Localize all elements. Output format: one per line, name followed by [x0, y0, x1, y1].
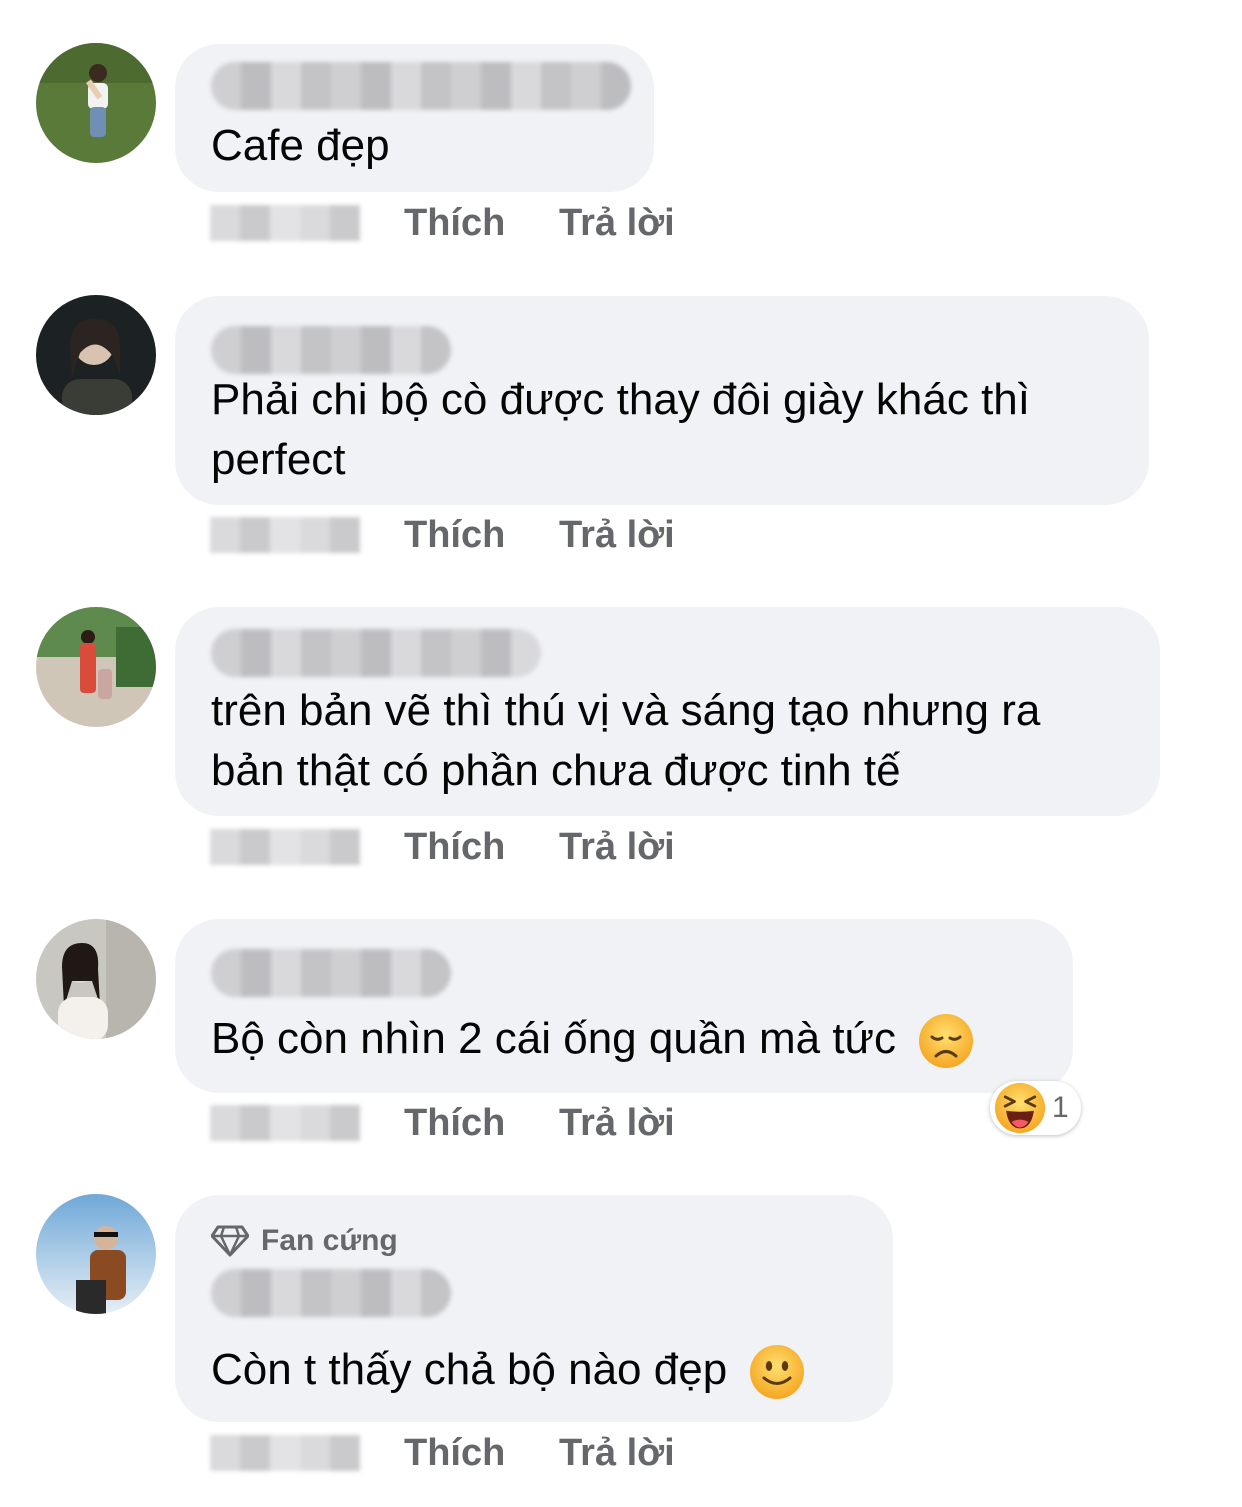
avatar-photo — [36, 919, 156, 1039]
avatar[interactable] — [36, 919, 156, 1039]
reply-button[interactable]: Trả lời — [559, 198, 675, 248]
author-name-blurred[interactable] — [211, 629, 541, 677]
avatar[interactable] — [36, 295, 156, 415]
author-name-blurred[interactable] — [211, 326, 451, 374]
comment-line: perfect — [211, 435, 346, 484]
reaction-count: 1 — [1052, 1091, 1069, 1124]
diamond-icon — [211, 1225, 249, 1257]
fan-badge: Fan cứng — [211, 1221, 398, 1261]
laughing-face-icon — [994, 1082, 1046, 1134]
comment-line: Bộ còn nhìn 2 cái ống quần mà tức — [211, 1014, 897, 1063]
like-button[interactable]: Thích — [404, 198, 505, 248]
comment-text: Cafe đẹp — [211, 116, 390, 176]
like-button[interactable]: Thích — [404, 510, 505, 560]
comment-line: trên bản vẽ thì thú vị và sáng tạo nhưng… — [211, 686, 1041, 735]
timestamp-blurred[interactable] — [210, 1435, 360, 1471]
reaction-summary[interactable]: 1 — [990, 1081, 1081, 1135]
badge-label: Fan cứng — [261, 1224, 398, 1257]
timestamp-blurred[interactable] — [210, 829, 360, 865]
reply-button[interactable]: Trả lời — [559, 1428, 675, 1478]
reply-button[interactable]: Trả lời — [559, 822, 675, 872]
like-button[interactable]: Thích — [404, 1428, 505, 1478]
avatar[interactable] — [36, 607, 156, 727]
reply-button[interactable]: Trả lời — [559, 510, 675, 560]
avatar-photo — [36, 607, 156, 727]
author-name-blurred[interactable] — [211, 62, 631, 110]
comment-line: Cafe đẹp — [211, 121, 390, 170]
comment-line: Phải chi bộ cò được thay đôi giày khác t… — [211, 375, 1030, 424]
comment-text: Bộ còn nhìn 2 cái ống quần mà tức — [211, 1009, 974, 1069]
like-button[interactable]: Thích — [404, 1098, 505, 1148]
comment-bubble: Phải chi bộ cò được thay đôi giày khác t… — [175, 296, 1149, 505]
comment-text: Phải chi bộ cò được thay đôi giày khác t… — [211, 370, 1030, 490]
avatar[interactable] — [36, 1194, 156, 1314]
avatar-photo — [36, 43, 156, 163]
author-name-blurred[interactable] — [211, 1269, 451, 1317]
author-name-blurred[interactable] — [211, 949, 451, 997]
comment-text: Còn t thấy chả bộ nào đẹp — [211, 1340, 805, 1400]
comment-line: Còn t thấy chả bộ nào đẹp — [211, 1345, 728, 1394]
like-button[interactable]: Thích — [404, 822, 505, 872]
timestamp-blurred[interactable] — [210, 517, 360, 553]
comment-bubble: Fan cứng Còn t thấy chả bộ nào đẹp — [175, 1195, 893, 1422]
comment-bubble: Cafe đẹp — [175, 44, 654, 192]
comment-text: trên bản vẽ thì thú vị và sáng tạo nhưng… — [211, 681, 1040, 801]
avatar-photo — [36, 1194, 156, 1314]
timestamp-blurred[interactable] — [210, 1105, 360, 1141]
avatar[interactable] — [36, 43, 156, 163]
slightly-smiling-face-icon — [750, 1345, 805, 1400]
comment-bubble: trên bản vẽ thì thú vị và sáng tạo nhưng… — [175, 607, 1160, 816]
comment-line: bản thật có phần chưa được tinh tế — [211, 746, 901, 795]
avatar-photo — [36, 295, 156, 415]
comment-bubble: Bộ còn nhìn 2 cái ống quần mà tức — [175, 919, 1073, 1093]
disappointed-face-icon — [919, 1014, 974, 1069]
timestamp-blurred[interactable] — [210, 205, 360, 241]
reply-button[interactable]: Trả lời — [559, 1098, 675, 1148]
